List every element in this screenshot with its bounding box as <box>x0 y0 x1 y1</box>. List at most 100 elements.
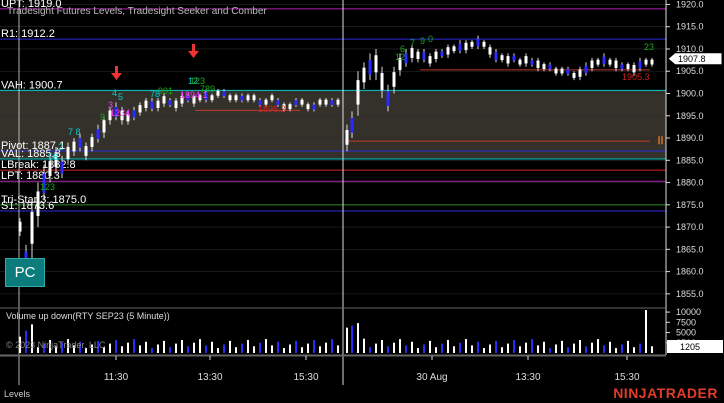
signal-label: 7 8 <box>68 127 81 137</box>
annotation-1905: 1905.3 <box>622 72 650 82</box>
time-tick-label: 11:30 <box>104 372 129 383</box>
price-tick-label: 1890.0 <box>676 133 704 143</box>
volume-bar <box>121 346 123 353</box>
candle-body <box>410 48 414 58</box>
volume-bar <box>351 325 353 353</box>
candle-body <box>392 72 396 87</box>
candle-body <box>494 52 498 60</box>
volume-bar <box>591 342 593 353</box>
candle-body <box>386 91 390 106</box>
volume-bar <box>109 343 111 353</box>
candle-body <box>162 96 166 104</box>
copyright-text: © 2023 NinjaTrader, LLC <box>6 340 106 350</box>
signal-label: 0 <box>428 34 433 44</box>
price-tick-label: 1900.0 <box>676 89 704 99</box>
signal-label: 5 <box>118 92 123 102</box>
candle-body <box>294 100 298 106</box>
volume-bar <box>145 341 147 353</box>
volume-bar <box>259 342 261 353</box>
signal-label: 901 <box>158 86 173 96</box>
volume-bar <box>289 344 291 353</box>
volume-bar <box>247 339 249 353</box>
volume-bar <box>501 347 503 353</box>
candle-body <box>464 42 468 51</box>
candle-body <box>156 100 160 108</box>
volume-bar <box>169 347 171 353</box>
time-tick-label: 15:30 <box>293 372 318 383</box>
volume-bar <box>363 338 365 353</box>
pc-button[interactable]: PC <box>5 258 45 287</box>
candle-body <box>312 104 316 110</box>
candle-body <box>572 73 576 78</box>
candle-body <box>650 59 654 65</box>
candle-body <box>84 146 88 156</box>
volume-bar <box>235 347 237 353</box>
level-label: VAH: 1900.7 <box>1 79 63 91</box>
annotation-1896: 1896.2 <box>258 104 286 114</box>
volume-bar <box>193 342 195 353</box>
chart-background <box>0 0 724 403</box>
candle-body <box>30 211 34 244</box>
candle-body <box>144 100 148 108</box>
volume-bar <box>477 341 479 353</box>
candle-body <box>446 47 450 55</box>
candle-body <box>434 51 438 59</box>
candle-body <box>336 99 340 105</box>
price-chart[interactable]: UPT: 1919.0R1: 1912.2VAH: 1900.7Pivot: 1… <box>0 0 724 403</box>
volume-bar <box>199 339 201 353</box>
candle-body <box>240 95 244 101</box>
price-tick-label: 1880.0 <box>676 178 704 188</box>
signal-label: 123 <box>40 182 55 192</box>
volume-bar <box>441 343 443 353</box>
candle-body <box>374 55 378 73</box>
volume-bar <box>375 343 377 353</box>
volume-bar <box>651 346 653 353</box>
volume-bar <box>271 345 273 353</box>
volume-bar <box>369 347 371 353</box>
price-tick-label: 1895.0 <box>676 111 704 121</box>
candle-body <box>345 130 349 145</box>
volume-bar <box>381 339 383 353</box>
volume-bar <box>639 343 641 353</box>
volume-bar <box>393 342 395 353</box>
candle-body <box>324 99 328 105</box>
signal-label: 4 <box>112 88 117 98</box>
price-tick-label: 1870.0 <box>676 222 704 232</box>
volume-bar <box>175 343 177 353</box>
candle-body <box>596 59 600 65</box>
candle-body <box>368 60 372 75</box>
candle-body <box>252 95 256 101</box>
candle-body <box>530 60 534 66</box>
candle-body <box>270 95 274 101</box>
volume-tick-label: 5000 <box>676 328 696 338</box>
candle-body <box>470 41 474 47</box>
volume-bar <box>405 345 407 353</box>
candle-body <box>132 110 136 118</box>
candle-body <box>524 56 528 64</box>
time-tick-label: 13:30 <box>197 372 222 383</box>
volume-bar <box>265 339 267 353</box>
candle-body <box>90 137 94 147</box>
signal-label: 6 <box>400 44 405 54</box>
volume-bar <box>319 346 321 353</box>
candle-body <box>482 41 486 47</box>
candle-body <box>602 56 606 65</box>
volume-bar <box>133 339 135 353</box>
volume-bar <box>597 339 599 353</box>
volume-bar <box>157 344 159 353</box>
volume-bar <box>555 344 557 353</box>
candle-body <box>590 60 594 68</box>
candle-body <box>620 64 624 70</box>
volume-bar <box>471 345 473 353</box>
signal-label: 9 <box>420 36 425 46</box>
candle-body <box>330 100 334 106</box>
levels-tab-label[interactable]: Levels <box>4 389 30 399</box>
time-tick-label: 15:30 <box>614 372 639 383</box>
volume-bar <box>387 346 389 353</box>
signal-label: 789 <box>200 84 215 94</box>
candle-body <box>476 38 480 47</box>
candle-body <box>500 55 504 61</box>
volume-bar <box>417 348 419 353</box>
candle-body <box>440 51 444 57</box>
volume-bar <box>453 346 455 353</box>
